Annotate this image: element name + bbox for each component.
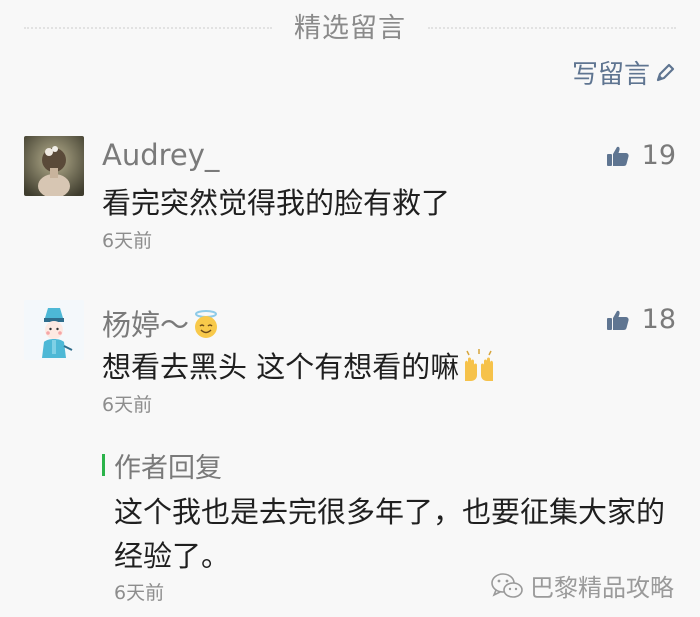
- pencil-icon: [654, 62, 676, 84]
- nickname-text: 杨婷～: [102, 308, 190, 342]
- comment-item: Audrey_ 看完突然觉得我的脸有救了 6天前 19: [24, 136, 676, 256]
- comment-time: 6天前: [102, 394, 153, 416]
- thumbs-up-icon: [606, 144, 630, 168]
- section-title: 精选留言: [294, 13, 406, 44]
- like-button[interactable]: 19: [606, 140, 676, 171]
- content-text: 想看去黑头 这个有想看的嘛: [102, 350, 460, 384]
- reply-title: 作者回复: [114, 453, 222, 484]
- like-button[interactable]: 18: [606, 304, 676, 335]
- header-divider-left: [24, 27, 272, 29]
- reply-time: 6天前: [114, 582, 165, 604]
- watermark-text: 巴黎精品攻略: [530, 574, 674, 602]
- comment-content: 想看去黑头 这个有想看的嘛: [102, 344, 497, 390]
- section-header: 精选留言: [0, 0, 700, 50]
- avatar[interactable]: [24, 300, 84, 360]
- like-count: 19: [641, 140, 676, 171]
- raised-hands-emoji: [461, 349, 497, 390]
- angel-emoji: [191, 309, 221, 346]
- write-comment-link[interactable]: 写留言: [572, 54, 676, 91]
- wechat-icon: [491, 572, 523, 598]
- thumbs-up-icon: [606, 308, 630, 332]
- comment-content: 看完突然觉得我的脸有救了: [102, 186, 451, 220]
- header-divider-right: [428, 27, 676, 29]
- comment-nickname: 杨婷～: [102, 302, 221, 346]
- comment-item: 杨婷～ 想看去黑头 这个有想看的嘛 6天前 18: [24, 300, 676, 420]
- reply-text: 这个我也是去完很多年了，也要征集大家的经验了。: [114, 495, 666, 573]
- comment-nickname: Audrey_: [102, 138, 220, 172]
- like-count: 18: [641, 304, 676, 335]
- write-comment-label: 写留言: [571, 60, 650, 90]
- watermark: 巴黎精品攻略: [490, 568, 674, 603]
- comment-time: 6天前: [102, 230, 153, 252]
- reply-accent-bar: [102, 454, 105, 476]
- avatar[interactable]: [24, 136, 84, 196]
